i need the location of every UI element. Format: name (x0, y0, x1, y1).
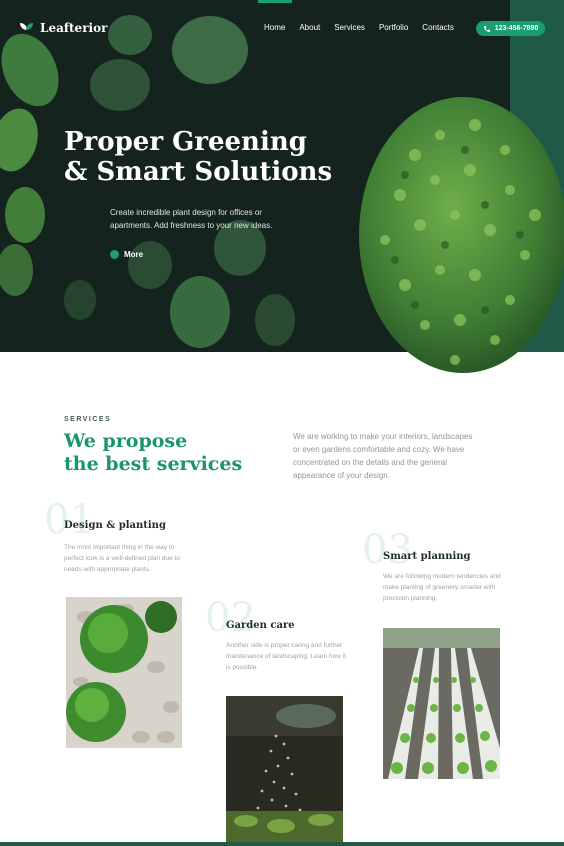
phone-icon (483, 25, 490, 32)
main-nav: Home About Services Portfolio Contacts (264, 23, 454, 32)
service-title-smart-planning[interactable]: Smart planning (383, 551, 471, 562)
service-title-garden-care[interactable]: Garden care (226, 620, 295, 631)
nav-about[interactable]: About (299, 23, 320, 32)
service-text-smart-planning: We are following modern tendencies and m… (383, 573, 501, 602)
hero-subtitle: Create incredible plant design for offic… (110, 208, 273, 230)
services-heading: We propose the best services (64, 430, 242, 476)
services-heading-line1: We propose (64, 430, 188, 452)
design-planting-photo (66, 597, 182, 748)
leaf-logo-icon (20, 23, 33, 30)
nav-portfolio[interactable]: Portfolio (379, 23, 408, 32)
service-text-design: The most important thing in the way to p… (64, 544, 180, 573)
services-label: SERVICES (64, 416, 112, 423)
smart-planning-photo (383, 628, 500, 779)
services-description: We are working to make your interiors, l… (293, 432, 473, 480)
logo[interactable]: Leafterior (18, 20, 107, 36)
more-button[interactable]: More (110, 250, 143, 259)
phone-button[interactable]: 123-456-7890 (476, 21, 545, 36)
nav-home[interactable]: Home (264, 23, 285, 32)
active-nav-indicator (258, 0, 292, 3)
hero-title: Proper Greening & Smart Solutions (64, 127, 354, 187)
hero-title-line2: & Smart Solutions (64, 157, 333, 187)
more-label: More (124, 250, 144, 259)
phone-number: 123-456-7890 (494, 25, 539, 32)
hero-title-line1: Proper Greening (64, 127, 307, 157)
garden-care-photo (226, 696, 343, 846)
nav-services[interactable]: Services (334, 23, 365, 32)
nav-contacts[interactable]: Contacts (422, 23, 454, 32)
boxwood-bush-image (359, 97, 564, 373)
service-number-03: 03 (362, 527, 413, 573)
service-text-garden-care: Another side is proper caring and furthe… (226, 642, 346, 671)
more-dot-icon (110, 250, 119, 259)
services-heading-line2: the best services (64, 453, 243, 475)
footer-bar (0, 842, 564, 846)
service-title-design[interactable]: Design & planting (64, 520, 166, 531)
service-number-02: 02 (205, 595, 256, 641)
logo-text: Leafterior (40, 21, 108, 35)
